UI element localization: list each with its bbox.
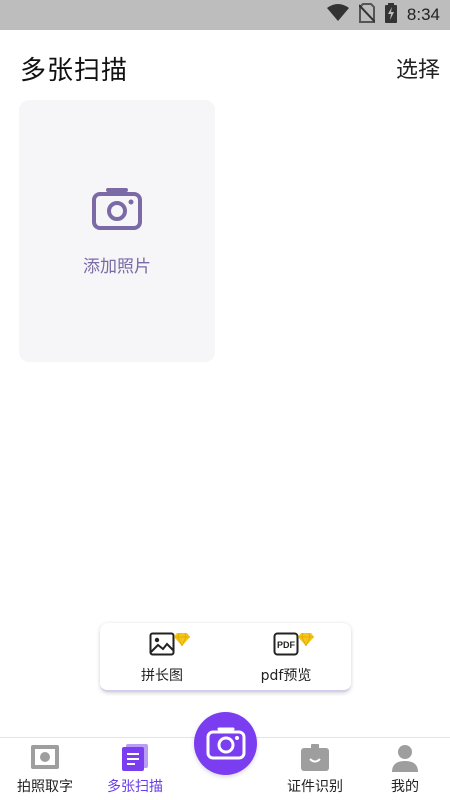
photo-frame-icon — [30, 744, 60, 774]
nav-item-multi-scan[interactable]: 多张扫描 — [90, 738, 180, 800]
nav-label-photo-text: 拍照取字 — [17, 779, 73, 795]
status-bar: 8:34 — [0, 0, 450, 30]
long-image-label: 拼长图 — [141, 668, 183, 684]
pdf-preview-label: pdf预览 — [260, 668, 312, 684]
pdf-icon-text: PDF — [277, 640, 296, 650]
camera-icon — [206, 727, 246, 760]
nav-label-multi-scan: 多张扫描 — [107, 779, 163, 795]
add-photo-card[interactable]: 添加照片 — [19, 100, 215, 362]
select-button[interactable]: 选择 — [396, 52, 440, 84]
screen: 8:34 多张扫描 选择 添加照片 拼长图 PDF pdf预览 拍照取字 多张扫… — [0, 0, 450, 800]
battery-charging-icon — [384, 3, 397, 27]
status-icons: 8:34 — [326, 0, 440, 30]
nav-item-id-recognition[interactable]: 证件识别 — [270, 738, 360, 800]
image-icon — [149, 632, 175, 660]
pdf-icon: PDF — [273, 632, 299, 660]
camera-outline-icon — [92, 186, 142, 234]
wifi-icon — [326, 4, 349, 26]
add-photo-label: 添加照片 — [83, 257, 151, 277]
page-title: 多张扫描 — [20, 56, 129, 86]
nav-label-mine: 我的 — [391, 779, 419, 795]
pdf-preview-tool[interactable]: PDF pdf预览 — [236, 623, 336, 692]
tool-panel: 拼长图 PDF pdf预览 — [100, 623, 351, 692]
no-sim-icon — [358, 3, 376, 27]
nav-label-id-recognition: 证件识别 — [287, 779, 343, 795]
person-icon — [390, 744, 420, 776]
status-time: 8:34 — [406, 5, 440, 24]
vip-diamond-icon — [298, 631, 314, 650]
document-stack-icon — [120, 744, 150, 776]
vip-diamond-icon — [174, 631, 190, 650]
header: 多张扫描 选择 — [0, 30, 450, 100]
long-image-tool[interactable]: 拼长图 — [112, 623, 212, 692]
id-card-icon — [300, 744, 330, 776]
nav-item-mine[interactable]: 我的 — [360, 738, 450, 800]
nav-item-photo-text[interactable]: 拍照取字 — [0, 738, 90, 800]
camera-button[interactable] — [194, 712, 257, 775]
